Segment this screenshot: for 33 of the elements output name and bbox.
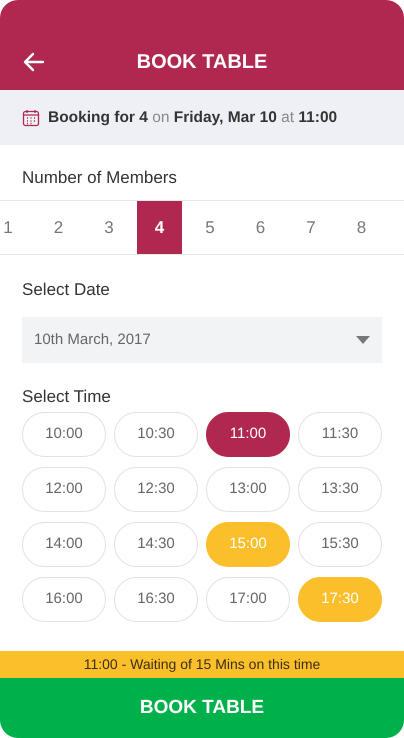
time-slot[interactable]: 11:00 xyxy=(206,412,290,457)
time-slot[interactable]: 12:30 xyxy=(114,467,198,512)
time-slot[interactable]: 17:00 xyxy=(206,577,290,622)
time-slot[interactable]: 10:30 xyxy=(114,412,198,457)
time-slot[interactable]: 14:30 xyxy=(114,522,198,567)
member-count-option[interactable]: 4 xyxy=(137,201,182,254)
section-label: Select Date xyxy=(21,279,111,301)
time-slot[interactable]: 16:00 xyxy=(22,577,106,622)
date-dropdown[interactable]: 10th March, 2017 xyxy=(22,317,382,363)
booking-summary: Booking for 4 on Friday, Mar 10 at 11:00 xyxy=(48,108,338,128)
time-slot[interactable]: 15:30 xyxy=(298,522,382,567)
time-slot[interactable]: 16:30 xyxy=(114,577,198,622)
caret-icon xyxy=(356,336,370,344)
date-value: 10th March, 2017 xyxy=(34,330,151,350)
member-count-option[interactable]: 2 xyxy=(36,201,81,254)
page-title: BOOK TABLE xyxy=(136,50,268,74)
back-icon[interactable] xyxy=(22,50,46,74)
time-slot[interactable]: 11:30 xyxy=(298,412,382,457)
member-count-option[interactable]: 6 xyxy=(238,201,283,254)
member-count-option[interactable]: 7 xyxy=(288,201,334,254)
member-count-option[interactable]: 8 xyxy=(339,201,384,254)
calendar-icon xyxy=(22,108,40,126)
section-label: Select Time xyxy=(21,386,112,408)
time-slot[interactable]: 13:00 xyxy=(206,467,290,512)
time-slot[interactable]: 12:00 xyxy=(22,467,106,512)
waiting-notice: 11:00 - Waiting of 15 Mins on this time xyxy=(0,651,404,678)
time-slot[interactable]: 13:30 xyxy=(298,467,382,512)
section-label: Number of Members xyxy=(21,167,178,189)
time-slot[interactable]: 10:00 xyxy=(22,412,106,457)
member-count-option[interactable]: 1 xyxy=(0,201,30,254)
member-count-option[interactable]: 3 xyxy=(86,201,132,254)
member-count-option[interactable]: 5 xyxy=(188,201,232,254)
time-slot[interactable]: 14:00 xyxy=(22,522,106,567)
